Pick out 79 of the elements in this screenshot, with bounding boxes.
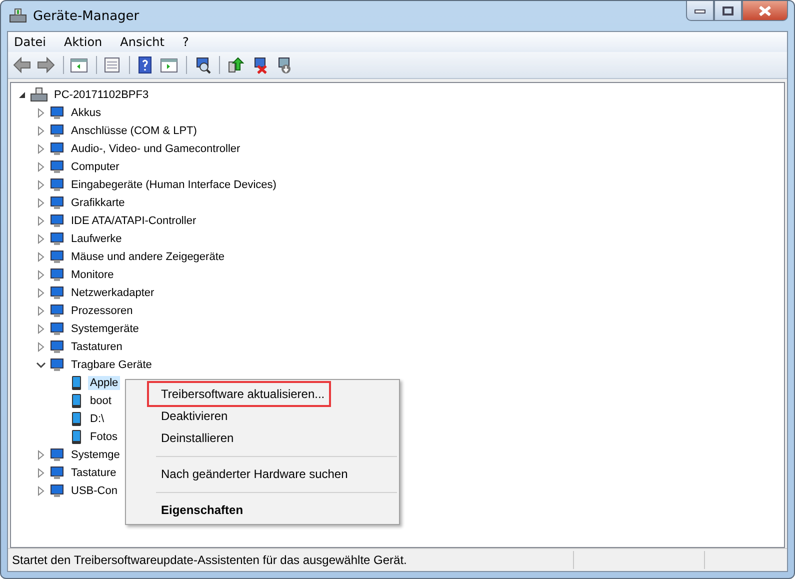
expand-triangle-icon[interactable] bbox=[37, 450, 45, 460]
device-icon bbox=[49, 249, 65, 265]
maximize-button[interactable] bbox=[714, 1, 742, 21]
tree-item[interactable]: Fotos bbox=[88, 430, 120, 444]
minimize-icon bbox=[694, 8, 706, 14]
tree-item[interactable]: Laufwerke bbox=[69, 232, 124, 246]
expand-triangle-icon[interactable] bbox=[37, 468, 45, 478]
device-icon bbox=[49, 105, 65, 121]
tree-item[interactable]: Tragbare Geräte bbox=[69, 358, 154, 372]
menu-item[interactable]: Aktion bbox=[64, 35, 102, 49]
menu-item[interactable]: Datei bbox=[14, 35, 46, 49]
back-arrow-icon[interactable] bbox=[11, 54, 33, 76]
menu-item[interactable]: ? bbox=[182, 35, 189, 49]
expand-triangle-icon[interactable] bbox=[37, 486, 45, 496]
expand-triangle-icon[interactable] bbox=[37, 342, 45, 352]
tree-item[interactable]: IDE ATA/ATAPI-Controller bbox=[69, 214, 198, 228]
expand-triangle-icon[interactable] bbox=[37, 162, 45, 172]
context-menu-item[interactable]: Eigenschaften bbox=[147, 497, 250, 523]
forward-arrow-icon[interactable] bbox=[35, 54, 57, 76]
device-icon bbox=[49, 321, 65, 337]
device-icon bbox=[49, 267, 65, 283]
context-menu-item[interactable]: Treibersoftware aktualisieren... bbox=[147, 381, 331, 407]
expand-triangle-icon[interactable] bbox=[37, 252, 45, 262]
tree-item[interactable]: Grafikkarte bbox=[69, 196, 127, 210]
window-title: Geräte-Manager bbox=[33, 8, 140, 24]
close-icon bbox=[758, 6, 772, 16]
device-manager-icon bbox=[9, 8, 27, 24]
device-icon bbox=[49, 231, 65, 247]
tree-item[interactable]: Tastaturen bbox=[69, 340, 124, 354]
device-icon bbox=[49, 285, 65, 301]
tree-item[interactable]: Systemge bbox=[69, 448, 122, 462]
tree-item[interactable]: Apple bbox=[88, 376, 120, 390]
tree-item[interactable]: D:\ bbox=[88, 412, 106, 426]
expand-triangle-icon[interactable] bbox=[37, 216, 45, 226]
expand-triangle-icon[interactable] bbox=[37, 234, 45, 244]
tree-item[interactable]: Tastature bbox=[69, 466, 118, 480]
expand-triangle-icon[interactable] bbox=[37, 198, 45, 208]
expand-triangle-icon[interactable] bbox=[37, 180, 45, 190]
expand-triangle-icon[interactable] bbox=[37, 306, 45, 316]
menu-item[interactable]: Ansicht bbox=[120, 35, 164, 49]
tree-item[interactable]: Prozessoren bbox=[69, 304, 135, 318]
device-icon bbox=[49, 177, 65, 193]
device-icon bbox=[49, 357, 65, 373]
status-text: Startet den Treibersoftwareupdate-Assistenten für das ausgewählte Gerät. bbox=[11, 553, 408, 567]
device-icon bbox=[49, 465, 65, 481]
tree-item[interactable]: Computer bbox=[69, 160, 122, 174]
device-icon bbox=[49, 447, 65, 463]
tree-item[interactable]: Eingabegeräte (Human Interface Devices) bbox=[69, 178, 278, 192]
tree-item[interactable]: PC-20171102BPF3 bbox=[52, 88, 151, 102]
context-menu-item[interactable]: Nach geänderter Hardware suchen bbox=[147, 461, 354, 487]
tree-item[interactable]: Systemgeräte bbox=[69, 322, 141, 336]
tree-item[interactable]: Netzwerkadapter bbox=[69, 286, 156, 300]
device-icon bbox=[49, 303, 65, 319]
expand-triangle-icon[interactable] bbox=[37, 126, 45, 136]
device-icon bbox=[49, 213, 65, 229]
tree-item[interactable]: boot bbox=[88, 394, 114, 408]
close-button[interactable] bbox=[742, 1, 788, 21]
tree-item[interactable]: USB-Con bbox=[69, 484, 120, 498]
device-icon bbox=[49, 195, 65, 211]
expand-triangle-icon[interactable] bbox=[37, 144, 45, 154]
tree-item[interactable]: Mäuse und andere Zeigegeräte bbox=[69, 250, 226, 264]
device-icon bbox=[49, 483, 65, 499]
expand-triangle-icon[interactable] bbox=[37, 270, 45, 280]
device-icon bbox=[49, 159, 65, 175]
tree-item[interactable]: Anschlüsse (COM & LPT) bbox=[69, 124, 199, 138]
expand-triangle-icon[interactable] bbox=[37, 108, 45, 118]
device-icon bbox=[49, 339, 65, 355]
expanded-triangle-icon[interactable] bbox=[17, 90, 27, 100]
device-icon bbox=[49, 123, 65, 139]
device-icon bbox=[49, 141, 65, 157]
minimize-button[interactable] bbox=[686, 1, 714, 21]
computer-icon bbox=[30, 87, 48, 103]
tree-item[interactable]: Monitore bbox=[69, 268, 116, 282]
expand-triangle-icon[interactable] bbox=[37, 324, 45, 334]
tree-item[interactable]: Audio-, Video- und Gamecontroller bbox=[69, 142, 242, 156]
expand-triangle-icon[interactable] bbox=[37, 288, 45, 298]
tree-item[interactable]: Akkus bbox=[69, 106, 103, 120]
maximize-icon bbox=[722, 6, 734, 16]
collapse-chevron-icon[interactable] bbox=[36, 360, 46, 370]
